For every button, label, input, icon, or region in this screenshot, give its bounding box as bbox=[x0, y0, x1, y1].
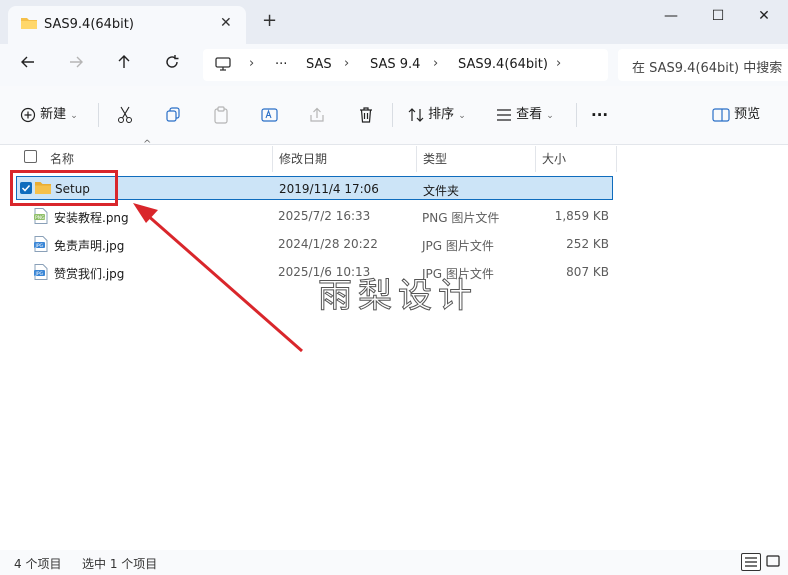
details-view-button[interactable] bbox=[741, 553, 761, 571]
selected-count: 选中 1 个项目 bbox=[82, 557, 158, 571]
status-bar: 4 个项目 选中 1 个项目 bbox=[0, 550, 788, 575]
item-count: 4 个项目 bbox=[14, 557, 62, 571]
tiles-view-button[interactable] bbox=[764, 553, 784, 571]
watermark-text: 雨梨设计 bbox=[318, 276, 478, 317]
